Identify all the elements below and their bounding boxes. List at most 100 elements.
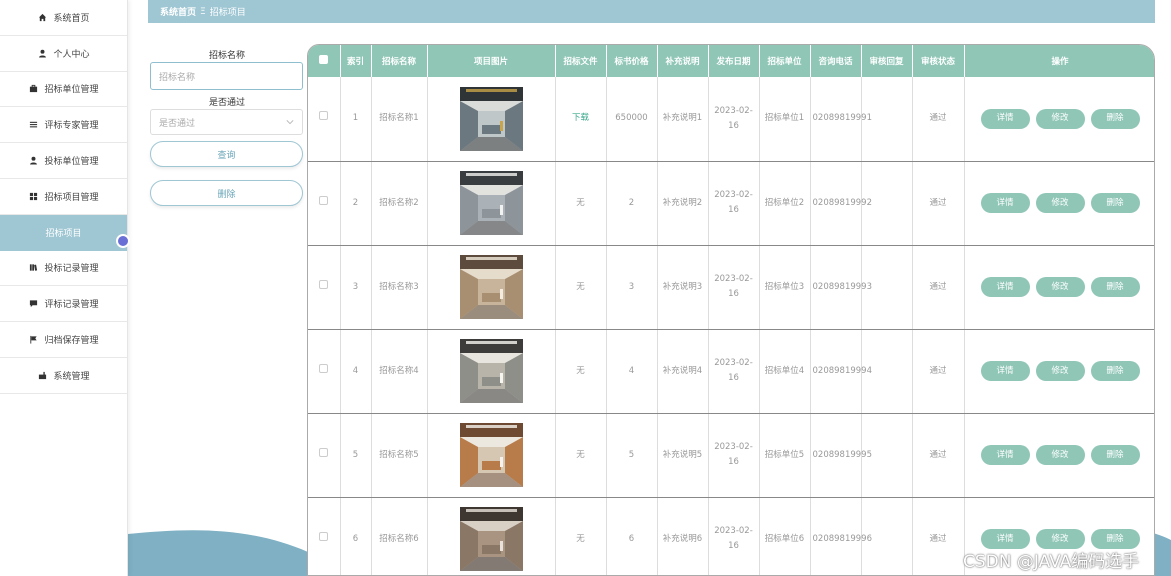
sidebar-item-4[interactable]: 投标单位管理 [0,143,127,179]
pass-select[interactable]: 是否通过 [150,109,303,135]
delete-button[interactable]: 删除 [1090,361,1140,381]
name-label: 招标名称 [208,51,245,61]
sidebar-item-3[interactable]: 评标专家管理 [0,107,127,144]
column-header: 索引 [340,45,372,77]
checkbox-icon[interactable] [319,195,329,205]
row-checkbox-cell[interactable] [308,161,341,246]
row-price: 4 [606,329,658,414]
row-name: 招标名称6 [371,497,428,575]
column-header: 审核状态 [912,45,965,77]
row-index: 4 [340,329,372,414]
detail-button[interactable]: 详情 [980,277,1030,297]
table-row: 5 招标名称5 无 5 补充说明5 2023-02-16 招标单位5 02089819995 通… [308,413,1154,498]
sidebar-item-1[interactable]: 个人中心 [0,36,127,72]
row-price: 650000 [606,77,658,162]
project-thumbnail [459,86,523,151]
edit-button[interactable]: 修改 [1035,277,1085,297]
row-price: 3 [606,245,658,330]
select-all-checkbox[interactable] [308,45,341,77]
row-unit: 招标单位4 [759,329,811,414]
sidebar-item-label: 归档保存管理 [44,336,99,347]
breadcrumb-home[interactable]: 系统首页 [160,5,196,18]
sidebar-item-10[interactable]: 系统管理 [0,358,127,394]
download-link[interactable]: 下载 [572,113,589,123]
column-header: 咨询电话 [810,45,862,77]
project-thumbnail [459,423,523,487]
delete-button[interactable]: 删除 [1090,193,1140,213]
checkbox-icon[interactable] [319,363,329,373]
row-file[interactable]: 下载 [555,77,607,162]
detail-button[interactable]: 详情 [980,529,1030,549]
row-phone: 02089819992 [810,161,872,246]
row-checkbox-cell[interactable] [308,77,341,162]
sidebar-item-0[interactable]: 系统首页 [0,0,127,36]
row-date: 2023-02-16 [708,245,760,330]
user-icon [37,48,47,58]
row-index: 2 [340,161,372,246]
edit-button[interactable]: 修改 [1035,361,1085,381]
column-header: 操作 [964,45,1154,77]
row-checkbox-cell[interactable] [308,329,341,414]
detail-button[interactable]: 详情 [980,108,1030,129]
sidebar-item-7[interactable]: 投标记录管理 [0,251,127,287]
chevron-down-icon [286,120,294,125]
checkbox-icon[interactable] [319,447,329,457]
delete-button[interactable]: 删除 [1090,445,1140,465]
delete-button[interactable]: 删除 [1090,529,1140,549]
briefcase-icon [28,84,38,94]
row-file: 无 [555,329,607,414]
name-search-input[interactable]: 招标名称 [150,62,303,90]
row-actions: 详情 修改 删除 [964,77,1154,162]
row-date: 2023-02-16 [708,329,760,414]
row-checkbox-cell[interactable] [308,413,341,498]
table-row: 4 招标名称4 无 4 补充说明4 2023-02-16 招标单位4 02089819994 通… [308,329,1154,414]
row-note: 补充说明2 [657,161,709,246]
checkbox-icon[interactable] [319,111,329,121]
row-unit: 招标单位1 [759,77,811,162]
row-checkbox-cell[interactable] [308,245,341,330]
delete-button[interactable]: 删除 [1090,277,1140,297]
project-thumbnail [459,507,523,571]
checkbox-icon[interactable] [319,55,329,64]
edit-button[interactable]: 修改 [1035,445,1085,465]
detail-button[interactable]: 详情 [980,445,1030,465]
row-index: 5 [340,413,372,498]
row-date: 2023-02-16 [708,497,760,575]
row-note: 补充说明4 [657,329,709,414]
edit-button[interactable]: 修改 [1035,529,1085,549]
project-thumbnail [459,255,523,319]
edit-button[interactable]: 修改 [1035,193,1085,213]
list-icon [28,120,38,130]
table-row: 1 招标名称1 下载 650000 补充说明1 2023-02-16 招标单位1 020898… [308,77,1154,162]
row-name: 招标名称5 [371,413,428,498]
sidebar-item-5[interactable]: 招标项目管理 [0,179,127,215]
detail-button[interactable]: 详情 [980,193,1030,213]
column-header: 招标单位 [759,45,811,77]
table-header-row: 索引 招标名称 项目图片 招标文件 标书价格 补充说明 发布日期 招标单位 咨询电话 审核回复 审核… [308,45,1154,77]
sidebar-item-8[interactable]: 评标记录管理 [0,286,127,323]
row-status: 通过 [912,161,965,246]
delete-button[interactable]: 删除 [1090,108,1140,129]
row-note: 补充说明1 [657,77,709,162]
sidebar-item-9[interactable]: 归档保存管理 [0,322,127,358]
batch-delete-button[interactable]: 删除 [150,180,303,206]
detail-button[interactable]: 详情 [980,361,1030,381]
sidebar-item-label: 系统管理 [53,371,90,382]
row-price: 6 [606,497,658,575]
checkbox-icon[interactable] [319,279,329,289]
column-header: 标书价格 [606,45,658,77]
edit-button[interactable]: 修改 [1035,108,1085,129]
pass-label: 是否通过 [208,98,245,108]
row-status: 通过 [912,329,965,414]
sidebar-item-6[interactable]: 招标项目 [0,214,127,251]
row-phone: 02089819991 [810,77,872,162]
file-none: 无 [576,533,585,544]
flag-icon [28,335,38,345]
table-row: 3 招标名称3 无 3 补充说明3 2023-02-16 招标单位3 02089819993 通… [308,245,1154,330]
row-checkbox-cell[interactable] [308,497,341,575]
query-button[interactable]: 查询 [150,141,303,167]
checkbox-icon[interactable] [319,531,329,541]
column-header: 补充说明 [657,45,709,77]
sidebar-item-2[interactable]: 招标单位管理 [0,72,127,108]
row-phone: 02089819994 [810,329,872,414]
